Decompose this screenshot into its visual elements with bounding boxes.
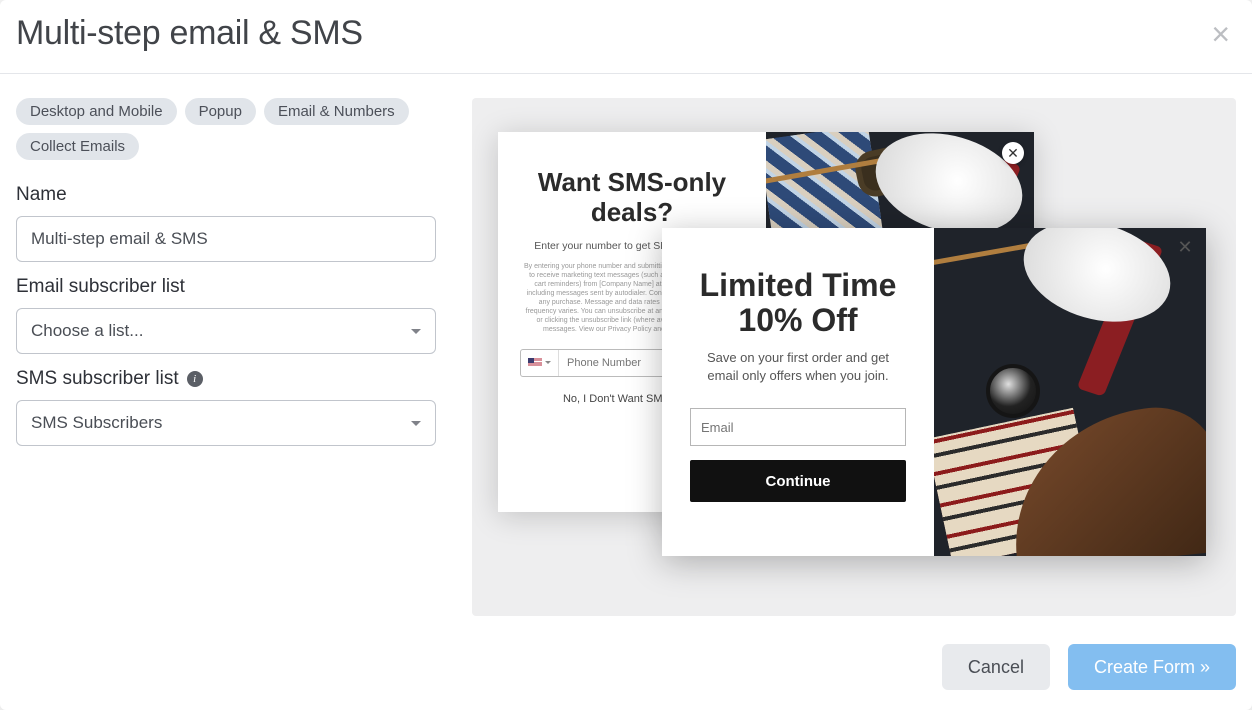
name-input[interactable] — [16, 216, 436, 262]
sms-list-value: SMS Subscribers — [31, 413, 162, 433]
info-icon[interactable]: i — [187, 371, 203, 387]
modal-title: Multi-step email & SMS — [16, 14, 363, 53]
email-list-value: Choose a list... — [31, 321, 143, 341]
flag-us-icon — [528, 358, 542, 367]
sms-list-label-text: SMS subscriber list — [16, 368, 179, 390]
cancel-button[interactable]: Cancel — [942, 644, 1050, 690]
tag-popup[interactable]: Popup — [185, 98, 256, 125]
modal-body: Desktop and Mobile Popup Email & Numbers… — [0, 74, 1252, 628]
tag-collect-emails[interactable]: Collect Emails — [16, 133, 139, 160]
tag-desktop-mobile[interactable]: Desktop and Mobile — [16, 98, 177, 125]
chevron-down-icon — [411, 421, 421, 426]
preview-sms-heading: Want SMS-only deals? — [520, 168, 744, 228]
modal: Multi-step email & SMS × Desktop and Mob… — [0, 0, 1252, 710]
close-icon[interactable]: × — [1205, 18, 1236, 50]
form-pane: Desktop and Mobile Popup Email & Numbers… — [16, 98, 436, 616]
preview-image-placeholder — [934, 228, 1206, 556]
chevron-down-icon — [545, 361, 551, 364]
sms-list-select[interactable]: SMS Subscribers — [16, 400, 436, 446]
preview-sms-close-icon[interactable]: ✕ — [1002, 142, 1024, 164]
preview-email-close-icon[interactable]: ✕ — [1174, 236, 1196, 258]
chevron-down-icon — [411, 329, 421, 334]
preview-email-image: ✕ — [934, 228, 1206, 556]
sms-list-label: SMS subscriber list i — [16, 368, 436, 390]
modal-footer: Cancel Create Form » — [0, 628, 1252, 710]
preview-continue-button[interactable]: Continue — [690, 460, 906, 502]
preview-email-popup: Limited Time 10% Off Save on your first … — [662, 228, 1206, 556]
preview-email-sub: Save on your first order and get email o… — [690, 349, 906, 384]
name-label: Name — [16, 184, 436, 206]
country-select[interactable] — [521, 350, 559, 376]
email-list-label: Email subscriber list — [16, 276, 436, 298]
preview-email-input[interactable] — [690, 408, 906, 446]
preview-email-heading: Limited Time 10% Off — [690, 268, 906, 337]
tag-email-numbers[interactable]: Email & Numbers — [264, 98, 409, 125]
modal-header: Multi-step email & SMS × — [0, 0, 1252, 74]
tag-list: Desktop and Mobile Popup Email & Numbers… — [16, 98, 436, 160]
create-form-button[interactable]: Create Form » — [1068, 644, 1236, 690]
preview-email-content: Limited Time 10% Off Save on your first … — [662, 228, 934, 556]
preview-pane: Want SMS-only deals? Enter your number t… — [472, 98, 1236, 616]
email-list-select[interactable]: Choose a list... — [16, 308, 436, 354]
